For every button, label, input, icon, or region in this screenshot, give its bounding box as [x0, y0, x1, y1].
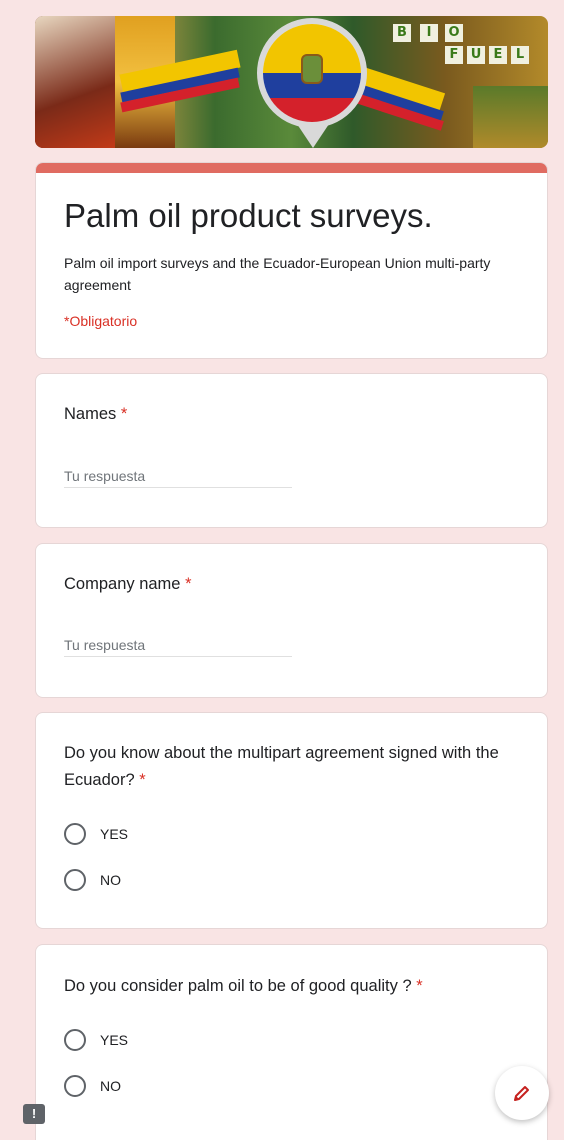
banner-letter: U: [467, 46, 485, 64]
radio-label: NO: [100, 1078, 121, 1094]
question-title: Do you consider palm oil to be of good q…: [64, 973, 514, 1000]
question-card-agreement: Do you know about the multipart agreemen…: [35, 712, 548, 929]
banner-letter: B: [393, 24, 411, 42]
required-asterisk: *: [120, 405, 128, 423]
radio-label: YES: [100, 1032, 129, 1048]
question-text: Do you consider palm oil to be of good q…: [64, 977, 412, 995]
radio-option-yes[interactable]: YES: [64, 822, 128, 846]
required-note: *Obligatorio: [64, 313, 138, 329]
banner-letter: L: [511, 46, 529, 64]
question-text: Do you know about the multipart agreemen…: [64, 744, 499, 789]
radio-label: YES: [100, 826, 129, 842]
question-card-company-name: Company name *: [35, 543, 548, 698]
question-card-quality: Do you consider palm oil to be of good q…: [35, 944, 548, 1140]
radio-button[interactable]: [64, 823, 86, 845]
banner-palm-fruit-tile: [35, 16, 115, 148]
banner-letter: E: [489, 46, 507, 64]
radio-option-yes[interactable]: YES: [64, 1028, 128, 1052]
banner-oil-bottle-tile: [473, 86, 548, 148]
question-text: Company name: [64, 575, 181, 593]
radio-option-no[interactable]: NO: [64, 868, 121, 892]
banner-letter: F: [445, 46, 463, 64]
required-asterisk: *: [416, 977, 423, 995]
form-title-card: Palm oil product surveys. Palm oil impor…: [35, 162, 548, 359]
question-card-names: Names *: [35, 373, 548, 528]
accent-bar: [36, 163, 547, 173]
radio-button[interactable]: [64, 869, 86, 891]
question-title: Company name *: [64, 571, 514, 598]
form-description: Palm oil import surveys and the Ecuador-…: [64, 255, 491, 293]
ecuador-flag-pin-icon: [257, 18, 367, 128]
pencil-icon: [514, 1086, 529, 1101]
edit-fab-button[interactable]: [495, 1066, 549, 1120]
banner-letter: I: [420, 24, 438, 42]
question-text: Names: [64, 405, 117, 423]
company-name-answer-input[interactable]: [64, 633, 292, 657]
form-title: Palm oil product surveys.: [64, 197, 433, 234]
report-feedback-icon[interactable]: !: [23, 1104, 45, 1124]
radio-label: NO: [100, 872, 121, 888]
question-title: Do you know about the multipart agreemen…: [64, 740, 514, 794]
question-title: Names *: [64, 401, 514, 428]
required-asterisk: *: [139, 771, 146, 789]
radio-button[interactable]: [64, 1075, 86, 1097]
banner-letter: O: [445, 24, 463, 42]
header-banner-image: B I O F U E L: [35, 16, 548, 148]
radio-button[interactable]: [64, 1029, 86, 1051]
names-answer-input[interactable]: [64, 464, 292, 488]
pin-tip: [297, 124, 329, 148]
radio-option-no[interactable]: NO: [64, 1074, 121, 1098]
required-asterisk: *: [185, 575, 192, 593]
